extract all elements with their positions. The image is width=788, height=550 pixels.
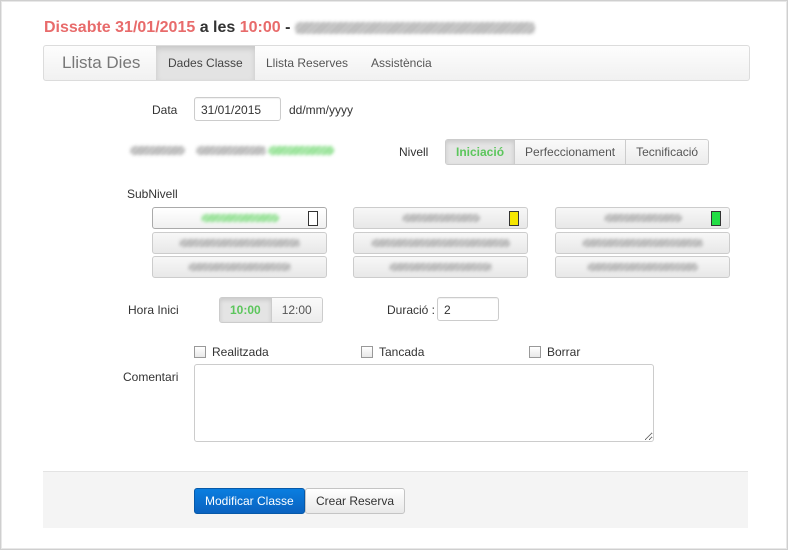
sublevel-label: SubNivell xyxy=(127,187,178,201)
duration-label: Duració : xyxy=(387,303,436,317)
sublevel-option[interactable] xyxy=(353,256,528,278)
title-dash: - xyxy=(285,19,291,36)
sublevel-option-text xyxy=(178,239,301,247)
sublevel-option-text xyxy=(581,239,704,247)
start-time-label: Hora Inici xyxy=(128,303,179,317)
delete-checkbox-label: Borrar xyxy=(547,345,581,359)
title-date: 31/01/2015 xyxy=(115,19,196,36)
page-title: Dissabte 31/01/2015 a les 10:00 - xyxy=(44,19,535,37)
start-time-1200-button[interactable]: 12:00 xyxy=(271,298,322,322)
title-redacted xyxy=(294,21,535,34)
start-time-1000-button[interactable]: 10:00 xyxy=(220,298,272,322)
sublevel-option-text xyxy=(201,214,280,222)
date-format-hint: dd/mm/yyyy xyxy=(289,103,354,117)
closed-checkbox[interactable]: Tancada xyxy=(361,345,424,359)
sublevel-option[interactable] xyxy=(555,207,730,229)
sublevel-option-text xyxy=(388,263,493,271)
done-checkbox[interactable]: Realitzada xyxy=(194,345,269,359)
checkbox-box[interactable] xyxy=(529,346,541,358)
sublevel-option[interactable] xyxy=(555,232,730,254)
level-perfeccionament-button[interactable]: Perfeccionament xyxy=(515,140,627,164)
tab-assistencia[interactable]: Assistència xyxy=(359,46,444,80)
redacted-text-3 xyxy=(268,146,334,155)
date-input[interactable]: 31/01/2015 xyxy=(194,97,281,121)
level-tecnificacio-button[interactable]: Tecnificació xyxy=(626,140,709,164)
sublevel-option[interactable] xyxy=(152,256,327,278)
done-checkbox-label: Realitzada xyxy=(212,345,269,359)
sublevel-option[interactable] xyxy=(353,232,528,254)
sublevel-option-text xyxy=(187,263,292,271)
color-swatch xyxy=(308,211,318,226)
level-button-group: Iniciació Perfeccionament Tecnificació xyxy=(445,139,710,165)
redacted-text-2 xyxy=(196,146,266,155)
color-swatch xyxy=(711,211,721,226)
sublevel-option[interactable] xyxy=(353,207,528,229)
navbar-brand[interactable]: Llista Dies xyxy=(62,53,140,73)
title-time: 10:00 xyxy=(239,19,281,36)
navbar: Llista Dies Dades Classe Llista Reserves… xyxy=(43,45,750,81)
tab-llista-reserves[interactable]: Llista Reserves xyxy=(254,46,360,80)
duration-input[interactable]: 2 xyxy=(437,297,499,321)
checkbox-box[interactable] xyxy=(194,346,206,358)
sublevel-option[interactable] xyxy=(152,207,327,229)
checkbox-box[interactable] xyxy=(361,346,373,358)
sublevel-option-text xyxy=(371,239,510,247)
level-iniciacio-button[interactable]: Iniciació xyxy=(446,140,516,164)
date-label: Data xyxy=(152,103,178,117)
title-connector: a les xyxy=(199,19,236,36)
redacted-text-1 xyxy=(130,146,185,155)
level-label: Nivell xyxy=(399,145,429,159)
sublevel-option-text xyxy=(587,263,698,271)
sublevel-option[interactable] xyxy=(555,256,730,278)
sublevel-option-text xyxy=(604,214,683,222)
comment-textarea[interactable] xyxy=(194,364,654,442)
sublevel-option[interactable] xyxy=(152,232,327,254)
tab-dades-classe[interactable]: Dades Classe xyxy=(156,46,255,80)
delete-checkbox[interactable]: Borrar xyxy=(529,345,580,359)
form-footer: Modificar Classe Crear Reserva xyxy=(43,471,748,528)
comment-label: Comentari xyxy=(123,370,179,384)
start-time-button-group: 10:00 12:00 xyxy=(219,297,323,323)
color-swatch xyxy=(509,211,519,226)
closed-checkbox-label: Tancada xyxy=(379,345,425,359)
sublevel-option-text xyxy=(402,214,481,222)
create-reservation-button[interactable]: Crear Reserva xyxy=(305,488,406,514)
modify-class-button[interactable]: Modificar Classe xyxy=(194,488,305,514)
title-day: Dissabte xyxy=(44,19,111,36)
